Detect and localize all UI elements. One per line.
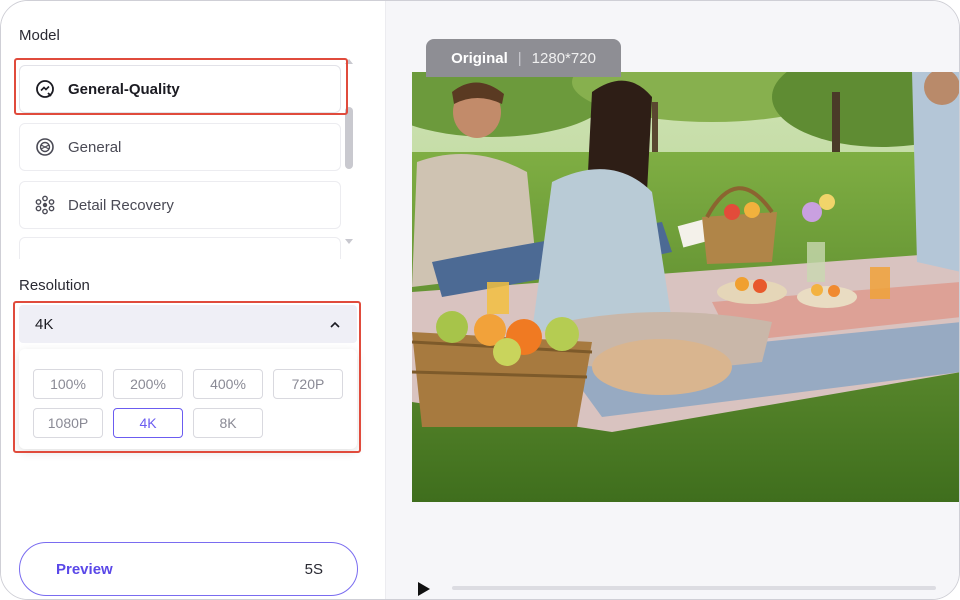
image-dimensions: 1280*720 bbox=[531, 49, 596, 67]
preview-button[interactable]: Preview 5S bbox=[19, 542, 358, 596]
app-window: Model General-Quality General Detail Rec… bbox=[0, 0, 960, 600]
layers-icon bbox=[34, 136, 56, 158]
scroll-down-arrow-icon[interactable] bbox=[345, 239, 353, 244]
model-option-partial[interactable] bbox=[19, 237, 341, 259]
model-list-scrollbar[interactable] bbox=[345, 107, 353, 169]
resolution-option-1080p[interactable]: 1080P bbox=[33, 408, 103, 438]
heart-icon bbox=[34, 250, 56, 259]
resolution-dropdown: 100% 200% 400% 720P 1080P 4K 8K bbox=[19, 349, 357, 449]
chevron-up-icon bbox=[329, 316, 341, 333]
badge-separator: | bbox=[517, 49, 522, 67]
model-option-label: Detail Recovery bbox=[68, 196, 174, 214]
model-section-label: Model bbox=[19, 27, 60, 44]
dots-cluster-icon bbox=[34, 194, 56, 216]
resolution-option-4k[interactable]: 4K bbox=[113, 408, 183, 438]
resolution-option-200[interactable]: 200% bbox=[113, 369, 183, 399]
model-option-general-quality[interactable]: General-Quality bbox=[19, 65, 341, 113]
resolution-select[interactable]: 4K bbox=[19, 305, 357, 343]
playback-progress-bar[interactable] bbox=[452, 586, 936, 590]
model-option-label: General-Quality bbox=[68, 80, 180, 98]
resolution-option-400[interactable]: 400% bbox=[193, 369, 263, 399]
scroll-up-arrow-icon[interactable] bbox=[345, 59, 353, 64]
resolution-selected-value: 4K bbox=[35, 315, 54, 333]
model-option-detail-recovery[interactable]: Detail Recovery bbox=[19, 181, 341, 229]
image-info-badge: Original | 1280*720 bbox=[426, 39, 621, 77]
play-icon[interactable] bbox=[418, 582, 430, 596]
preview-cost: 5S bbox=[304, 560, 323, 578]
picnic-photo-illustration bbox=[412, 72, 959, 502]
resolution-option-8k[interactable]: 8K bbox=[193, 408, 263, 438]
preview-image bbox=[412, 72, 959, 502]
original-label: Original bbox=[451, 49, 508, 67]
model-option-general[interactable]: General bbox=[19, 123, 341, 171]
settings-panel: Model General-Quality General Detail Rec… bbox=[1, 1, 385, 599]
video-player-controls bbox=[412, 576, 942, 599]
model-option-label: General bbox=[68, 138, 122, 156]
resolution-option-100[interactable]: 100% bbox=[33, 369, 103, 399]
resolution-option-720p[interactable]: 720P bbox=[273, 369, 343, 399]
preview-button-label: Preview bbox=[56, 560, 113, 578]
model-list: General-Quality General Detail Recovery bbox=[19, 61, 341, 259]
resolution-section-label: Resolution bbox=[19, 277, 90, 294]
quality-sparkle-icon bbox=[34, 78, 56, 100]
